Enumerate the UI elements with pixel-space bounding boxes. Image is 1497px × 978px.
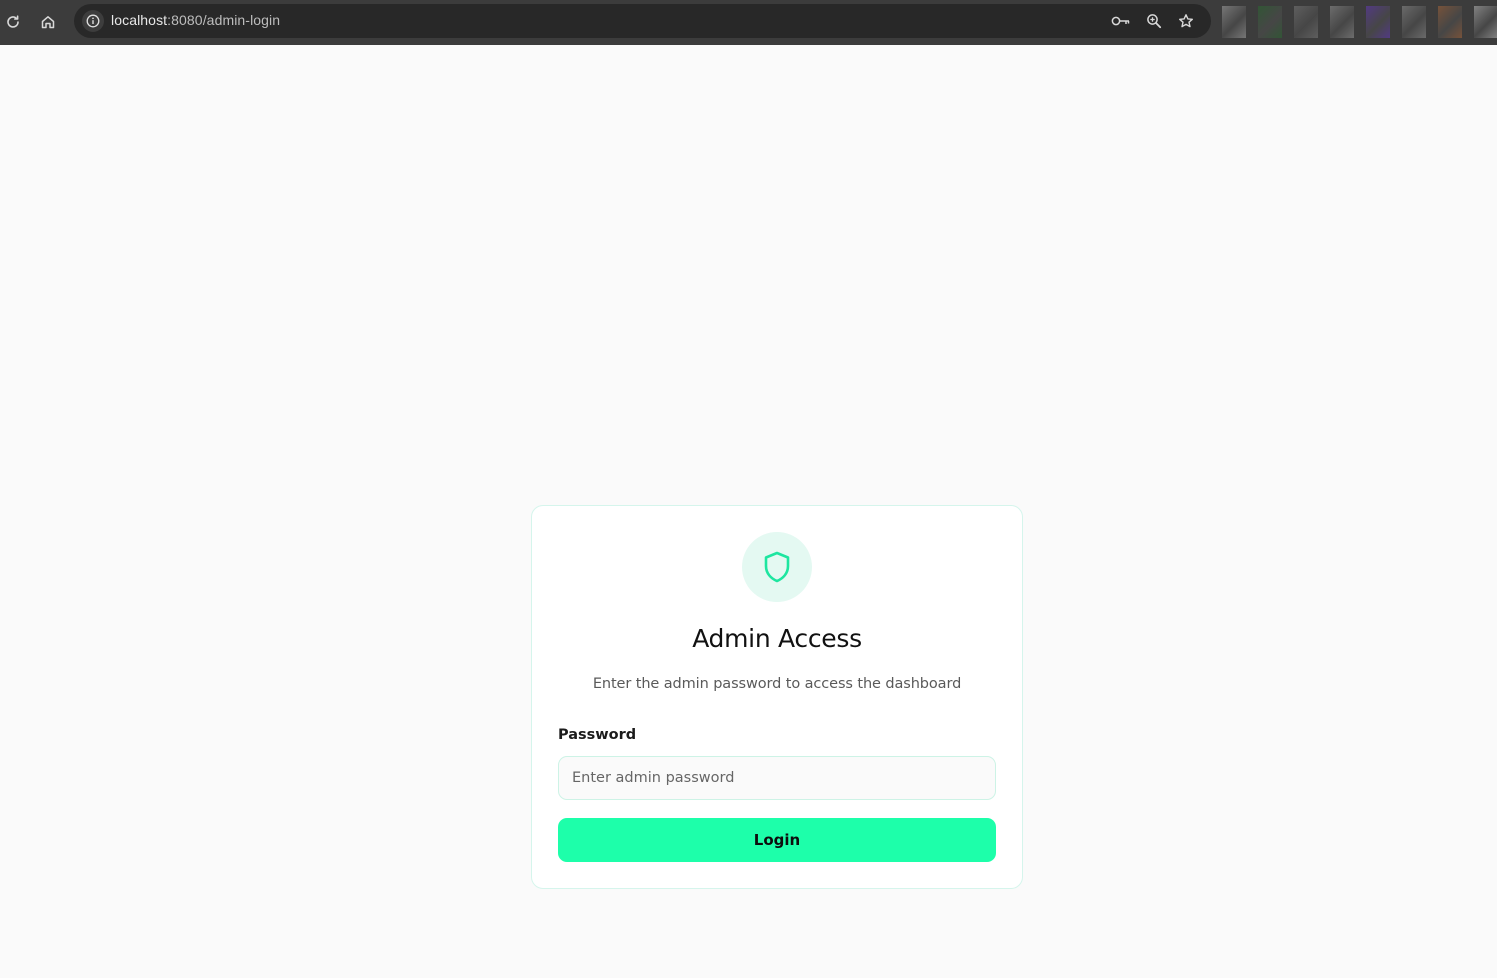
bookmark-button[interactable] xyxy=(1176,11,1196,31)
password-manager-button[interactable] xyxy=(1111,11,1131,31)
page-title: Admin Access xyxy=(692,624,862,653)
zoom-icon xyxy=(1147,14,1162,29)
login-button[interactable]: Login xyxy=(558,818,996,862)
shield-badge xyxy=(742,532,812,602)
extension-icon[interactable] xyxy=(1222,6,1246,38)
key-icon xyxy=(1111,16,1130,26)
site-info-button[interactable] xyxy=(82,10,104,32)
reload-button[interactable] xyxy=(0,9,26,35)
star-icon xyxy=(1179,14,1193,28)
login-card: Admin Access Enter the admin password to… xyxy=(531,505,1023,889)
browser-toolbar: localhost:8080/admin-login xyxy=(0,0,1497,45)
page-body: Admin Access Enter the admin password to… xyxy=(0,45,1497,978)
reload-icon xyxy=(7,15,19,28)
extension-icon[interactable] xyxy=(1474,6,1497,38)
home-icon xyxy=(41,16,55,29)
page-subtitle: Enter the admin password to access the d… xyxy=(592,676,962,692)
info-icon xyxy=(86,14,100,28)
extension-icon[interactable] xyxy=(1330,6,1354,38)
password-input[interactable] xyxy=(558,756,996,800)
extension-icon[interactable] xyxy=(1294,6,1318,38)
extension-icon[interactable] xyxy=(1366,6,1390,38)
address-bar[interactable]: localhost:8080/admin-login xyxy=(74,4,1211,38)
password-label: Password xyxy=(558,727,637,743)
url-host: localhost xyxy=(111,12,168,28)
extension-icon[interactable] xyxy=(1402,6,1426,38)
extension-icon[interactable] xyxy=(1258,6,1282,38)
shield-icon xyxy=(764,551,790,583)
zoom-button[interactable] xyxy=(1144,11,1164,31)
url-path: :8080/admin-login xyxy=(167,12,281,28)
extension-icon[interactable] xyxy=(1438,6,1462,38)
home-button[interactable] xyxy=(35,9,61,35)
url-text[interactable]: localhost:8080/admin-login xyxy=(111,12,280,28)
